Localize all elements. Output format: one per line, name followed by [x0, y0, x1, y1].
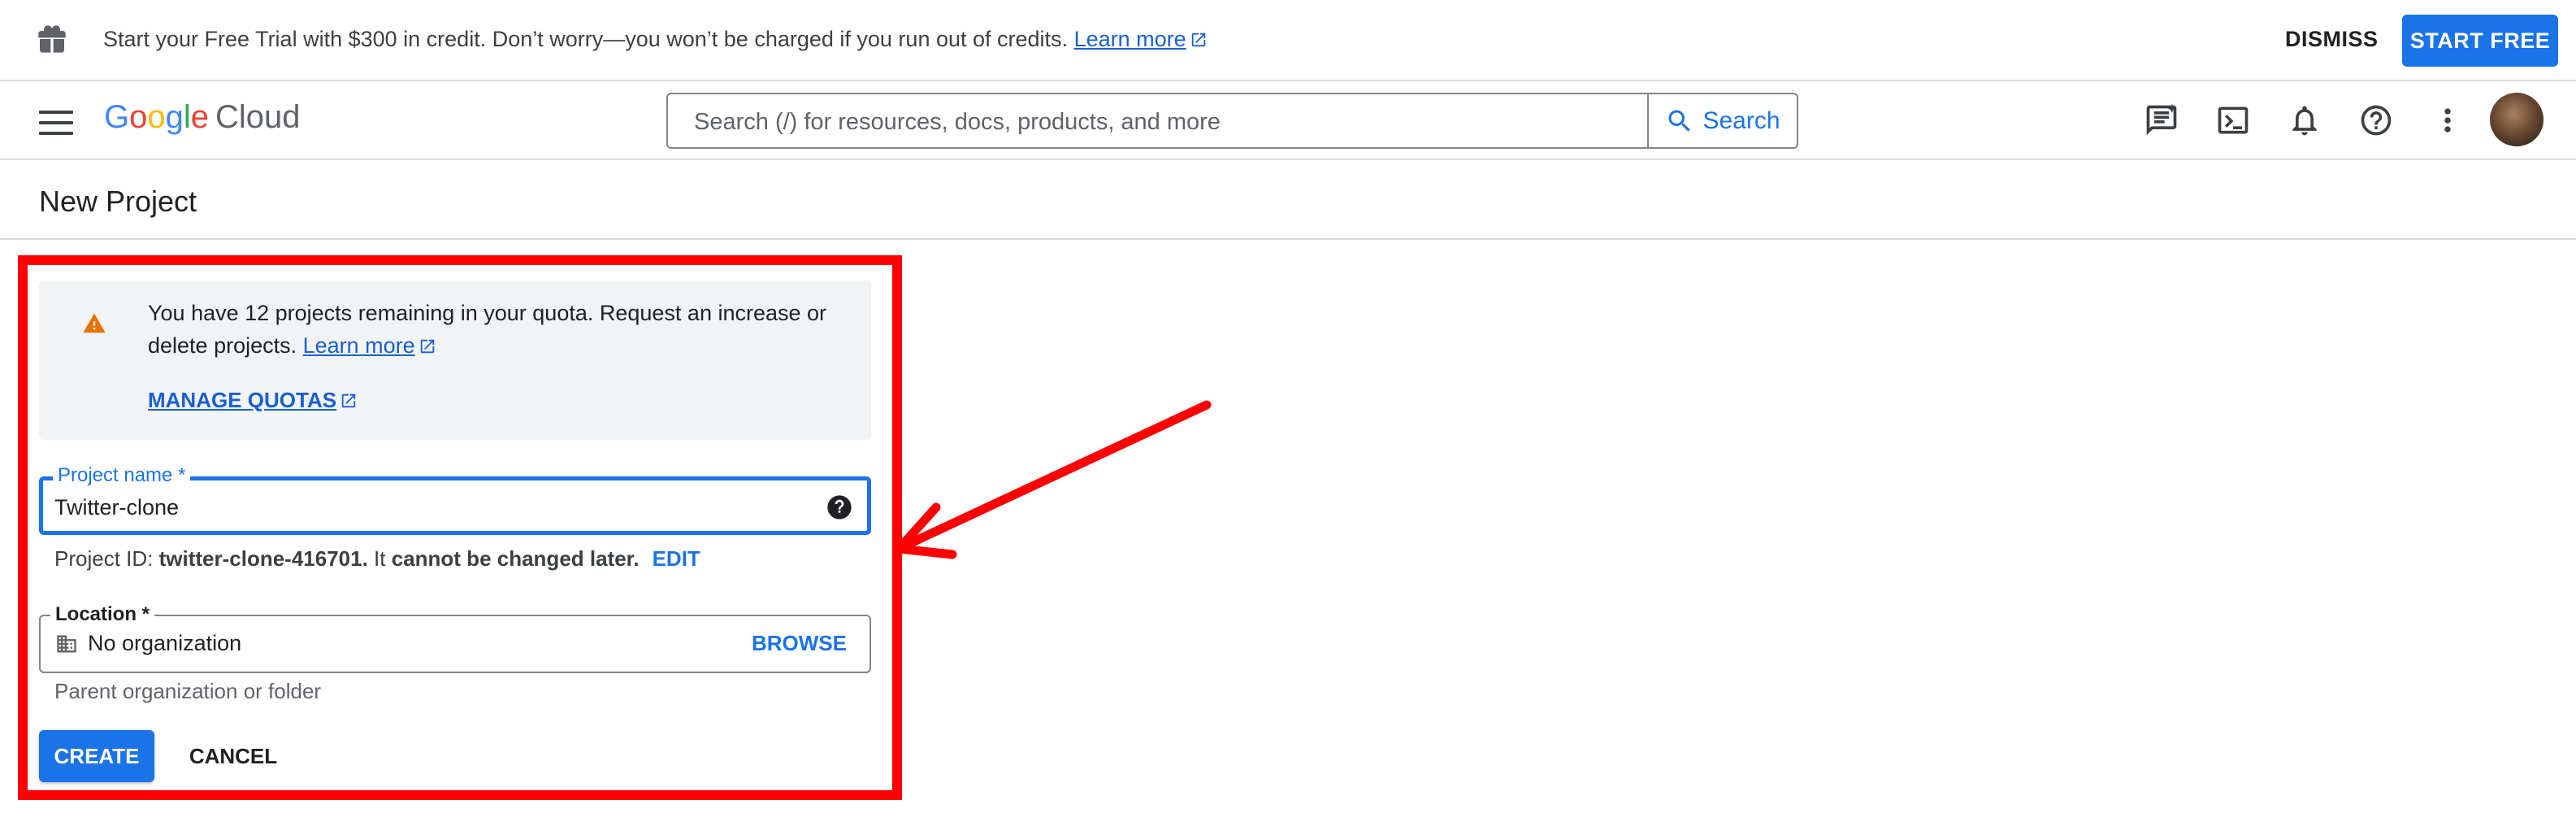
annotation-highlight-box: [18, 255, 902, 800]
banner-text: Start your Free Trial with $300 in credi…: [103, 27, 1208, 52]
cloud-shell-icon[interactable]: [2215, 102, 2251, 138]
app-root: Start your Free Trial with $300 in credi…: [0, 0, 2576, 813]
search-placeholder: Search (/) for resources, docs, products…: [694, 109, 1221, 135]
annotation-arrow: [894, 400, 1212, 559]
search-button[interactable]: Search: [1649, 94, 1797, 147]
page-title: New Project: [39, 185, 197, 218]
gift-icon: [38, 25, 66, 53]
free-trial-banner: Start your Free Trial with $300 in credi…: [0, 0, 2576, 81]
start-free-button[interactable]: START FREE: [2402, 15, 2558, 67]
more-vert-icon[interactable]: [2430, 102, 2465, 138]
menu-icon[interactable]: [39, 111, 73, 135]
search-button-label: Search: [1702, 107, 1780, 134]
notifications-icon[interactable]: [2287, 102, 2322, 138]
external-link-icon: [1191, 33, 1205, 47]
search-bar: Search (/) for resources, docs, products…: [666, 93, 1798, 149]
help-icon[interactable]: [2358, 102, 2394, 138]
banner-message: Start your Free Trial with $300 in credi…: [103, 27, 1069, 51]
top-header: Google Cloud Search (/) for resources, do…: [0, 81, 2576, 160]
ai-chat-icon[interactable]: [2144, 102, 2179, 138]
google-cloud-logo[interactable]: Google Cloud: [104, 99, 301, 136]
dismiss-button[interactable]: DISMISS: [2285, 27, 2379, 52]
search-input[interactable]: Search (/) for resources, docs, products…: [668, 94, 1649, 147]
search-icon: [1668, 110, 1691, 132]
avatar[interactable]: [2490, 93, 2543, 146]
banner-learn-more-link[interactable]: Learn more: [1074, 27, 1208, 51]
banner-learn-more-label: Learn more: [1073, 27, 1186, 51]
title-divider: [0, 238, 2576, 240]
